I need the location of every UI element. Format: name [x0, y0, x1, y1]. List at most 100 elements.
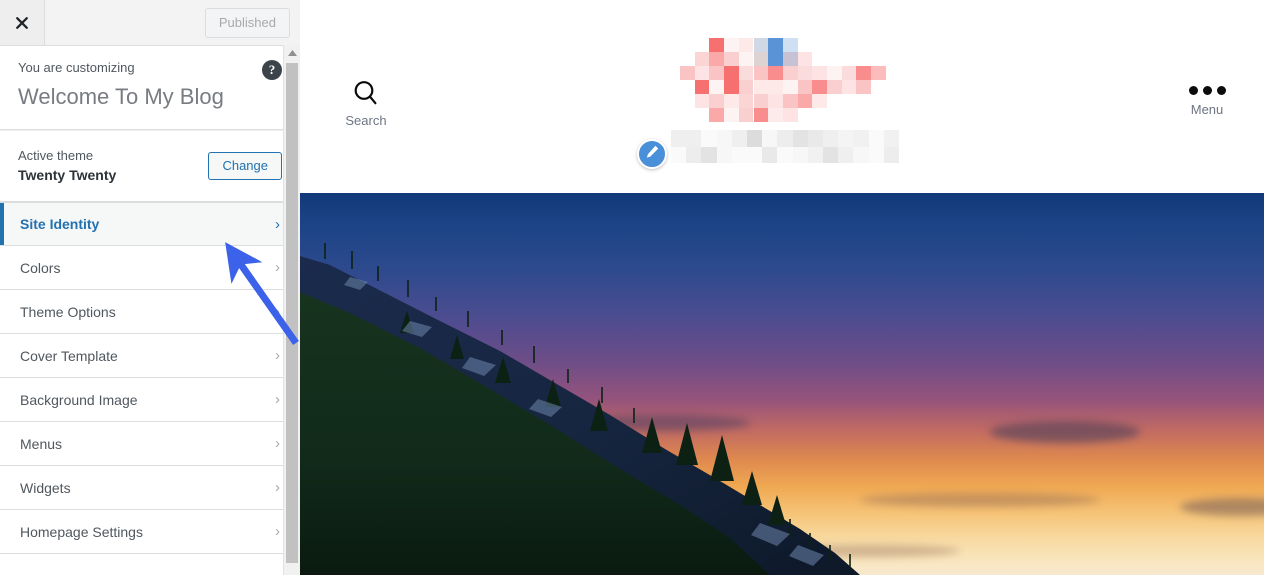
pixelation-block — [671, 146, 687, 163]
pixelation-block — [797, 80, 813, 94]
pixelation-block — [686, 146, 702, 163]
help-icon[interactable]: ? — [262, 60, 282, 80]
pixelation-block — [731, 146, 747, 163]
pixelation-block — [753, 94, 769, 108]
sidebar-item-label: Site Identity — [20, 216, 100, 232]
edit-site-title-button[interactable] — [637, 139, 667, 169]
pixelation-block — [762, 146, 778, 163]
pixelation-block — [823, 130, 839, 147]
pixelation-block — [827, 66, 842, 80]
pixelation-block — [762, 130, 778, 147]
pixelation-block — [753, 80, 769, 94]
chevron-right-icon: › — [275, 479, 280, 496]
active-theme-name: Twenty Twenty — [18, 166, 117, 183]
pixelation-block — [782, 94, 798, 108]
pixelation-block — [812, 94, 827, 108]
pixelation-block — [868, 130, 884, 147]
preview-menu-button[interactable]: Menu — [1172, 86, 1242, 117]
pixelation-block — [853, 146, 869, 163]
pixelation-block — [871, 66, 886, 80]
sidebar-item-label: Widgets — [20, 479, 71, 496]
pixelation-block — [747, 130, 763, 147]
pixelation-block — [738, 66, 754, 80]
pixelation-block — [768, 80, 783, 94]
pixelation-block — [792, 130, 808, 147]
pixelation-block — [709, 52, 725, 66]
scroll-up-arrow-icon[interactable] — [284, 45, 300, 60]
pixelation-block — [716, 146, 732, 163]
pixelation-block — [709, 66, 725, 80]
pixelation-block — [768, 108, 783, 122]
change-theme-button[interactable]: Change — [208, 152, 282, 180]
sidebar-item-homepage-settings[interactable]: Homepage Settings › — [0, 510, 300, 554]
pixelation-block — [812, 80, 827, 94]
customizing-label: You are customizing — [18, 60, 135, 75]
chevron-right-icon: › — [275, 215, 280, 233]
chevron-right-icon: › — [275, 435, 280, 452]
pixelation-block — [777, 130, 793, 147]
sidebar-item-widgets[interactable]: Widgets › — [0, 466, 300, 510]
sidebar-item-cover-template[interactable]: Cover Template › — [0, 334, 300, 378]
pixelation-block — [782, 80, 798, 94]
pixelation-block — [838, 130, 854, 147]
close-icon — [14, 15, 30, 31]
sidebar-item-site-identity[interactable]: Site Identity › — [0, 202, 300, 246]
redacted-site-title — [680, 38, 886, 122]
preview-site-header: Search Menu — [300, 0, 1264, 193]
pixelation-block — [883, 146, 899, 163]
pixelation-block — [747, 146, 763, 163]
pixelation-block — [738, 52, 754, 66]
pixelation-block — [753, 66, 769, 80]
pixelation-block — [782, 108, 798, 122]
pixelation-block — [753, 52, 769, 66]
pixelation-block — [782, 52, 798, 66]
close-customizer-button[interactable] — [0, 0, 45, 45]
pixelation-block — [738, 108, 754, 122]
pixelation-block — [694, 94, 710, 108]
pixelation-block — [797, 66, 813, 80]
pixelation-block — [694, 66, 710, 80]
pixelation-block — [724, 80, 739, 94]
pixelation-block — [724, 108, 739, 122]
pixelation-block — [709, 80, 725, 94]
sidebar-item-label: Cover Template — [20, 347, 118, 364]
pixelation-block — [680, 66, 695, 80]
pixelation-block — [797, 94, 813, 108]
preview-search-button[interactable]: Search — [331, 78, 401, 128]
search-label: Search — [345, 113, 387, 128]
sidebar-item-theme-options[interactable]: Theme Options › — [0, 290, 300, 334]
pixelation-block — [823, 146, 839, 163]
pixelation-block — [701, 146, 717, 163]
pixelation-block — [724, 94, 739, 108]
pixelation-block — [671, 130, 687, 147]
sidebar-item-label: Colors — [20, 259, 61, 276]
chevron-right-icon: › — [275, 303, 280, 320]
pixelation-block — [694, 52, 710, 66]
search-icon — [331, 78, 401, 108]
sidebar-item-colors[interactable]: Colors › — [0, 246, 300, 290]
sidebar-scrollbar[interactable] — [283, 45, 300, 575]
publish-button[interactable]: Published — [204, 7, 290, 38]
pixelation-block — [768, 94, 783, 108]
ellipsis-icon — [1172, 86, 1242, 95]
pixelation-block — [709, 108, 725, 122]
chevron-right-icon: › — [275, 523, 280, 540]
pixelation-block — [807, 146, 823, 163]
scrollbar-thumb[interactable] — [286, 63, 298, 563]
sidebar-item-background-image[interactable]: Background Image › — [0, 378, 300, 422]
customizer-title-block: You are customizing Welcome To My Blog ? — [0, 46, 300, 130]
pixelation-block — [753, 38, 769, 52]
pixelation-block — [731, 130, 747, 147]
pixelation-block — [768, 38, 783, 52]
pixelation-block — [686, 130, 702, 147]
pixelation-block — [701, 130, 717, 147]
pixelation-block — [709, 94, 725, 108]
pixelation-block — [812, 66, 827, 80]
sidebar-item-menus[interactable]: Menus › — [0, 422, 300, 466]
redacted-site-tagline — [671, 130, 899, 163]
chevron-right-icon: › — [275, 259, 280, 276]
pixelation-block — [827, 80, 842, 94]
active-theme-section: Active theme Twenty Twenty Change — [0, 130, 300, 202]
pencil-icon — [645, 144, 660, 164]
sidebar-item-label: Menus — [20, 435, 63, 452]
